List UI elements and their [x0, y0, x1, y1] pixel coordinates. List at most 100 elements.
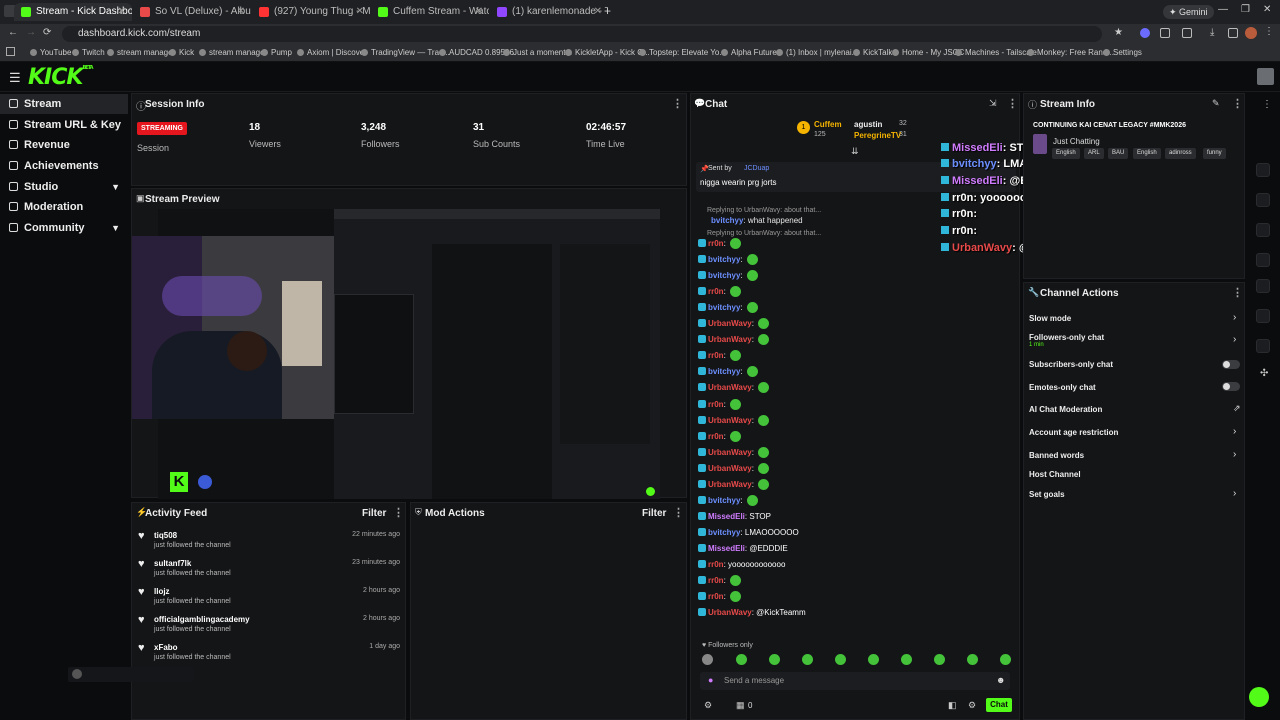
browser-tab[interactable]: Cuffem Stream - Watch Live on✕	[371, 3, 489, 21]
chat-message[interactable]: rr0n:	[698, 398, 741, 412]
bookmark[interactable]: Kick	[169, 46, 194, 60]
close-tab-icon[interactable]: ✕	[118, 3, 126, 21]
close-tab-icon[interactable]: ✕	[356, 3, 364, 21]
more-options-icon[interactable]: ⋮	[1232, 286, 1243, 299]
rail-wrench-icon[interactable]	[1256, 339, 1270, 353]
user-avatar[interactable]	[1257, 68, 1274, 85]
hamburger-menu-icon[interactable]: ☰	[9, 70, 21, 86]
chat-username[interactable]: rr0n	[708, 592, 724, 601]
sent-by-user[interactable]: JCDuap	[744, 165, 769, 172]
reload-icon[interactable]: ⟳	[43, 27, 51, 38]
bookmark[interactable]: KickTalk	[853, 46, 892, 60]
send-chat-button[interactable]: Chat	[986, 698, 1012, 712]
emoji-icon[interactable]: ☻	[996, 675, 1005, 685]
bookmark[interactable]: Topstep: Elevate Yo...	[639, 46, 726, 60]
sidebar-item-revenue[interactable]: Revenue	[0, 135, 128, 155]
follower-name[interactable]: xFabo	[154, 643, 178, 652]
more-options-icon[interactable]: ⋮	[673, 506, 684, 519]
chat-username[interactable]: bvitchyy	[708, 271, 740, 280]
external-link-icon[interactable]: ⇗	[1233, 403, 1241, 414]
chat-username[interactable]: bvitchyy	[708, 367, 740, 376]
chevron-right-icon[interactable]: ›	[1233, 426, 1236, 437]
browser-menu-icon[interactable]: ⋮	[1264, 26, 1274, 37]
help-button[interactable]	[1249, 687, 1269, 707]
bookmark[interactable]: YouTube	[30, 46, 71, 60]
bookmark[interactable]: Monkey: Free Rand...	[1027, 46, 1114, 60]
more-options-icon[interactable]: ⋮	[1007, 97, 1018, 110]
bookmark[interactable]: (1) Inbox | mylenai...	[776, 46, 858, 60]
follower-name[interactable]: tiq508	[154, 531, 177, 540]
ai-moderation-label[interactable]: AI Chat Moderation	[1029, 405, 1102, 414]
chevron-right-icon[interactable]: ›	[1233, 334, 1236, 345]
extensions-icon[interactable]	[1160, 28, 1170, 38]
chevron-right-icon[interactable]: ›	[1233, 312, 1236, 323]
sidebar-item-stream-url[interactable]: Stream URL & Key	[0, 115, 128, 135]
bookmark[interactable]: Home - My JSCC	[892, 46, 964, 60]
chat-message[interactable]: bvitchyy:	[698, 253, 758, 267]
emote-icon[interactable]	[802, 654, 813, 665]
chat-settings-icon[interactable]: ⚙	[968, 700, 976, 711]
browser-tab[interactable]: So VL (Deluxe) - Album by✕	[133, 3, 251, 21]
chat-username[interactable]: UrbanWavy	[708, 319, 752, 328]
filter-button[interactable]: Filter	[642, 508, 666, 519]
chat-username[interactable]: bvitchyy	[708, 303, 740, 312]
more-options-icon[interactable]: ⋮	[672, 97, 683, 110]
emote-icon[interactable]	[702, 654, 713, 665]
chat-username[interactable]: bvitchyy	[708, 255, 740, 264]
emote-icon[interactable]	[769, 654, 780, 665]
edit-icon[interactable]: ✎	[1212, 98, 1220, 109]
chat-username[interactable]: bvitchyy	[708, 528, 740, 537]
maximize-icon[interactable]: ❐	[1241, 4, 1250, 15]
gemini-button[interactable]: ✦ Gemini	[1163, 5, 1214, 19]
bookmark[interactable]: Just a moment...	[503, 46, 572, 60]
slow-mode-label[interactable]: Slow mode	[1029, 314, 1071, 323]
chat-message[interactable]: UrbanWavy: @KickTeamm	[698, 606, 806, 620]
chevron-right-icon[interactable]: ›	[1233, 449, 1236, 460]
chat-message[interactable]: MissedEli: STOP	[698, 510, 771, 524]
chat-message[interactable]: MissedEli: @EDDDIE	[698, 542, 788, 556]
bookmark[interactable]: Axiom | Discover	[297, 46, 367, 60]
account-age-label[interactable]: Account age restriction	[1029, 428, 1118, 437]
chat-message[interactable]: rr0n:	[698, 349, 741, 363]
banned-words-label[interactable]: Banned words	[1029, 451, 1084, 460]
sidebar-item-achievements[interactable]: Achievements	[0, 156, 128, 176]
chat-username[interactable]: UrbanWavy	[708, 383, 752, 392]
new-tab-icon[interactable]: +	[604, 4, 611, 18]
emote-icon[interactable]	[835, 654, 846, 665]
chat-message[interactable]: bvitchyy: what happened	[711, 216, 803, 225]
emote-icon[interactable]	[967, 654, 978, 665]
chat-message[interactable]: UrbanWavy:	[698, 333, 769, 347]
settings-icon[interactable]: ⚙	[704, 700, 712, 711]
chat-message[interactable]: rr0n:	[698, 574, 741, 588]
back-icon[interactable]: ←	[8, 27, 18, 38]
chat-username[interactable]: bvitchyy	[711, 216, 743, 225]
bookmark[interactable]: stream manager	[199, 46, 267, 60]
set-goals-label[interactable]: Set goals	[1029, 490, 1065, 499]
chat-username[interactable]: rr0n	[708, 576, 724, 585]
chat-message[interactable]: bvitchyy:	[698, 269, 758, 283]
bookmark-star-icon[interactable]: ★	[1114, 27, 1123, 38]
filter-button[interactable]: Filter	[362, 508, 386, 519]
download-icon[interactable]: ⤓	[1210, 27, 1214, 38]
follower-name[interactable]: llojz	[154, 587, 170, 596]
close-tab-icon[interactable]: ✕	[237, 3, 245, 21]
rail-grid-icon[interactable]	[1256, 279, 1270, 293]
chat-message[interactable]: UrbanWavy:	[698, 478, 769, 492]
bookmark[interactable]: KickletApp - Kick C...	[565, 46, 650, 60]
chat-username[interactable]: UrbanWavy	[708, 464, 752, 473]
emote-icon[interactable]	[736, 654, 747, 665]
chat-message[interactable]: rr0n:	[698, 285, 741, 299]
chat-username[interactable]: UrbanWavy	[708, 448, 752, 457]
subscribers-only-toggle[interactable]	[1222, 360, 1240, 369]
bookmark[interactable]: Alpha Futures	[721, 46, 781, 60]
chat-message[interactable]: rr0n: yoooooooooooo	[698, 558, 785, 572]
close-window-icon[interactable]: ✕	[1263, 4, 1271, 15]
close-tab-icon[interactable]: ✕	[594, 3, 602, 21]
chat-message[interactable]: UrbanWavy:	[698, 462, 769, 476]
chevron-right-icon[interactable]: ›	[1233, 488, 1236, 499]
browser-tab[interactable]: Stream - Kick Dashboard✕	[14, 3, 132, 21]
chat-username[interactable]: MissedEli	[708, 544, 745, 553]
chat-message[interactable]: UrbanWavy:	[698, 446, 769, 460]
chat-message[interactable]: rr0n:	[698, 237, 741, 251]
kick-logo[interactable]: KICKBETA	[28, 65, 94, 90]
